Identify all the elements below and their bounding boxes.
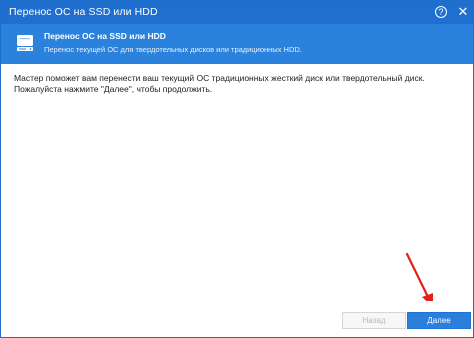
title-bar[interactable]: Перенос ОС на SSD или HDD ? ✕	[1, 1, 473, 24]
migrate-os-dialog: Перенос ОС на SSD или HDD ? ✕ Перенос ОС…	[0, 0, 474, 338]
banner-subheading: Перенос текущей ОС для твердотельных дис…	[44, 45, 302, 54]
wizard-header-banner: Перенос ОС на SSD или HDD Перенос текуще…	[1, 24, 473, 64]
drive-icon	[15, 33, 35, 58]
help-icon[interactable]: ?	[435, 6, 447, 18]
window-title: Перенос ОС на SSD или HDD	[9, 6, 158, 18]
back-button[interactable]: Назад	[342, 312, 406, 329]
wizard-description: Мастер поможет вам перенести ваш текущий…	[14, 73, 425, 94]
close-icon[interactable]: ✕	[456, 4, 470, 20]
next-button[interactable]: Далее	[407, 312, 471, 329]
wizard-footer: Назад Далее	[1, 301, 473, 337]
banner-heading: Перенос ОС на SSD или HDD	[44, 31, 166, 41]
